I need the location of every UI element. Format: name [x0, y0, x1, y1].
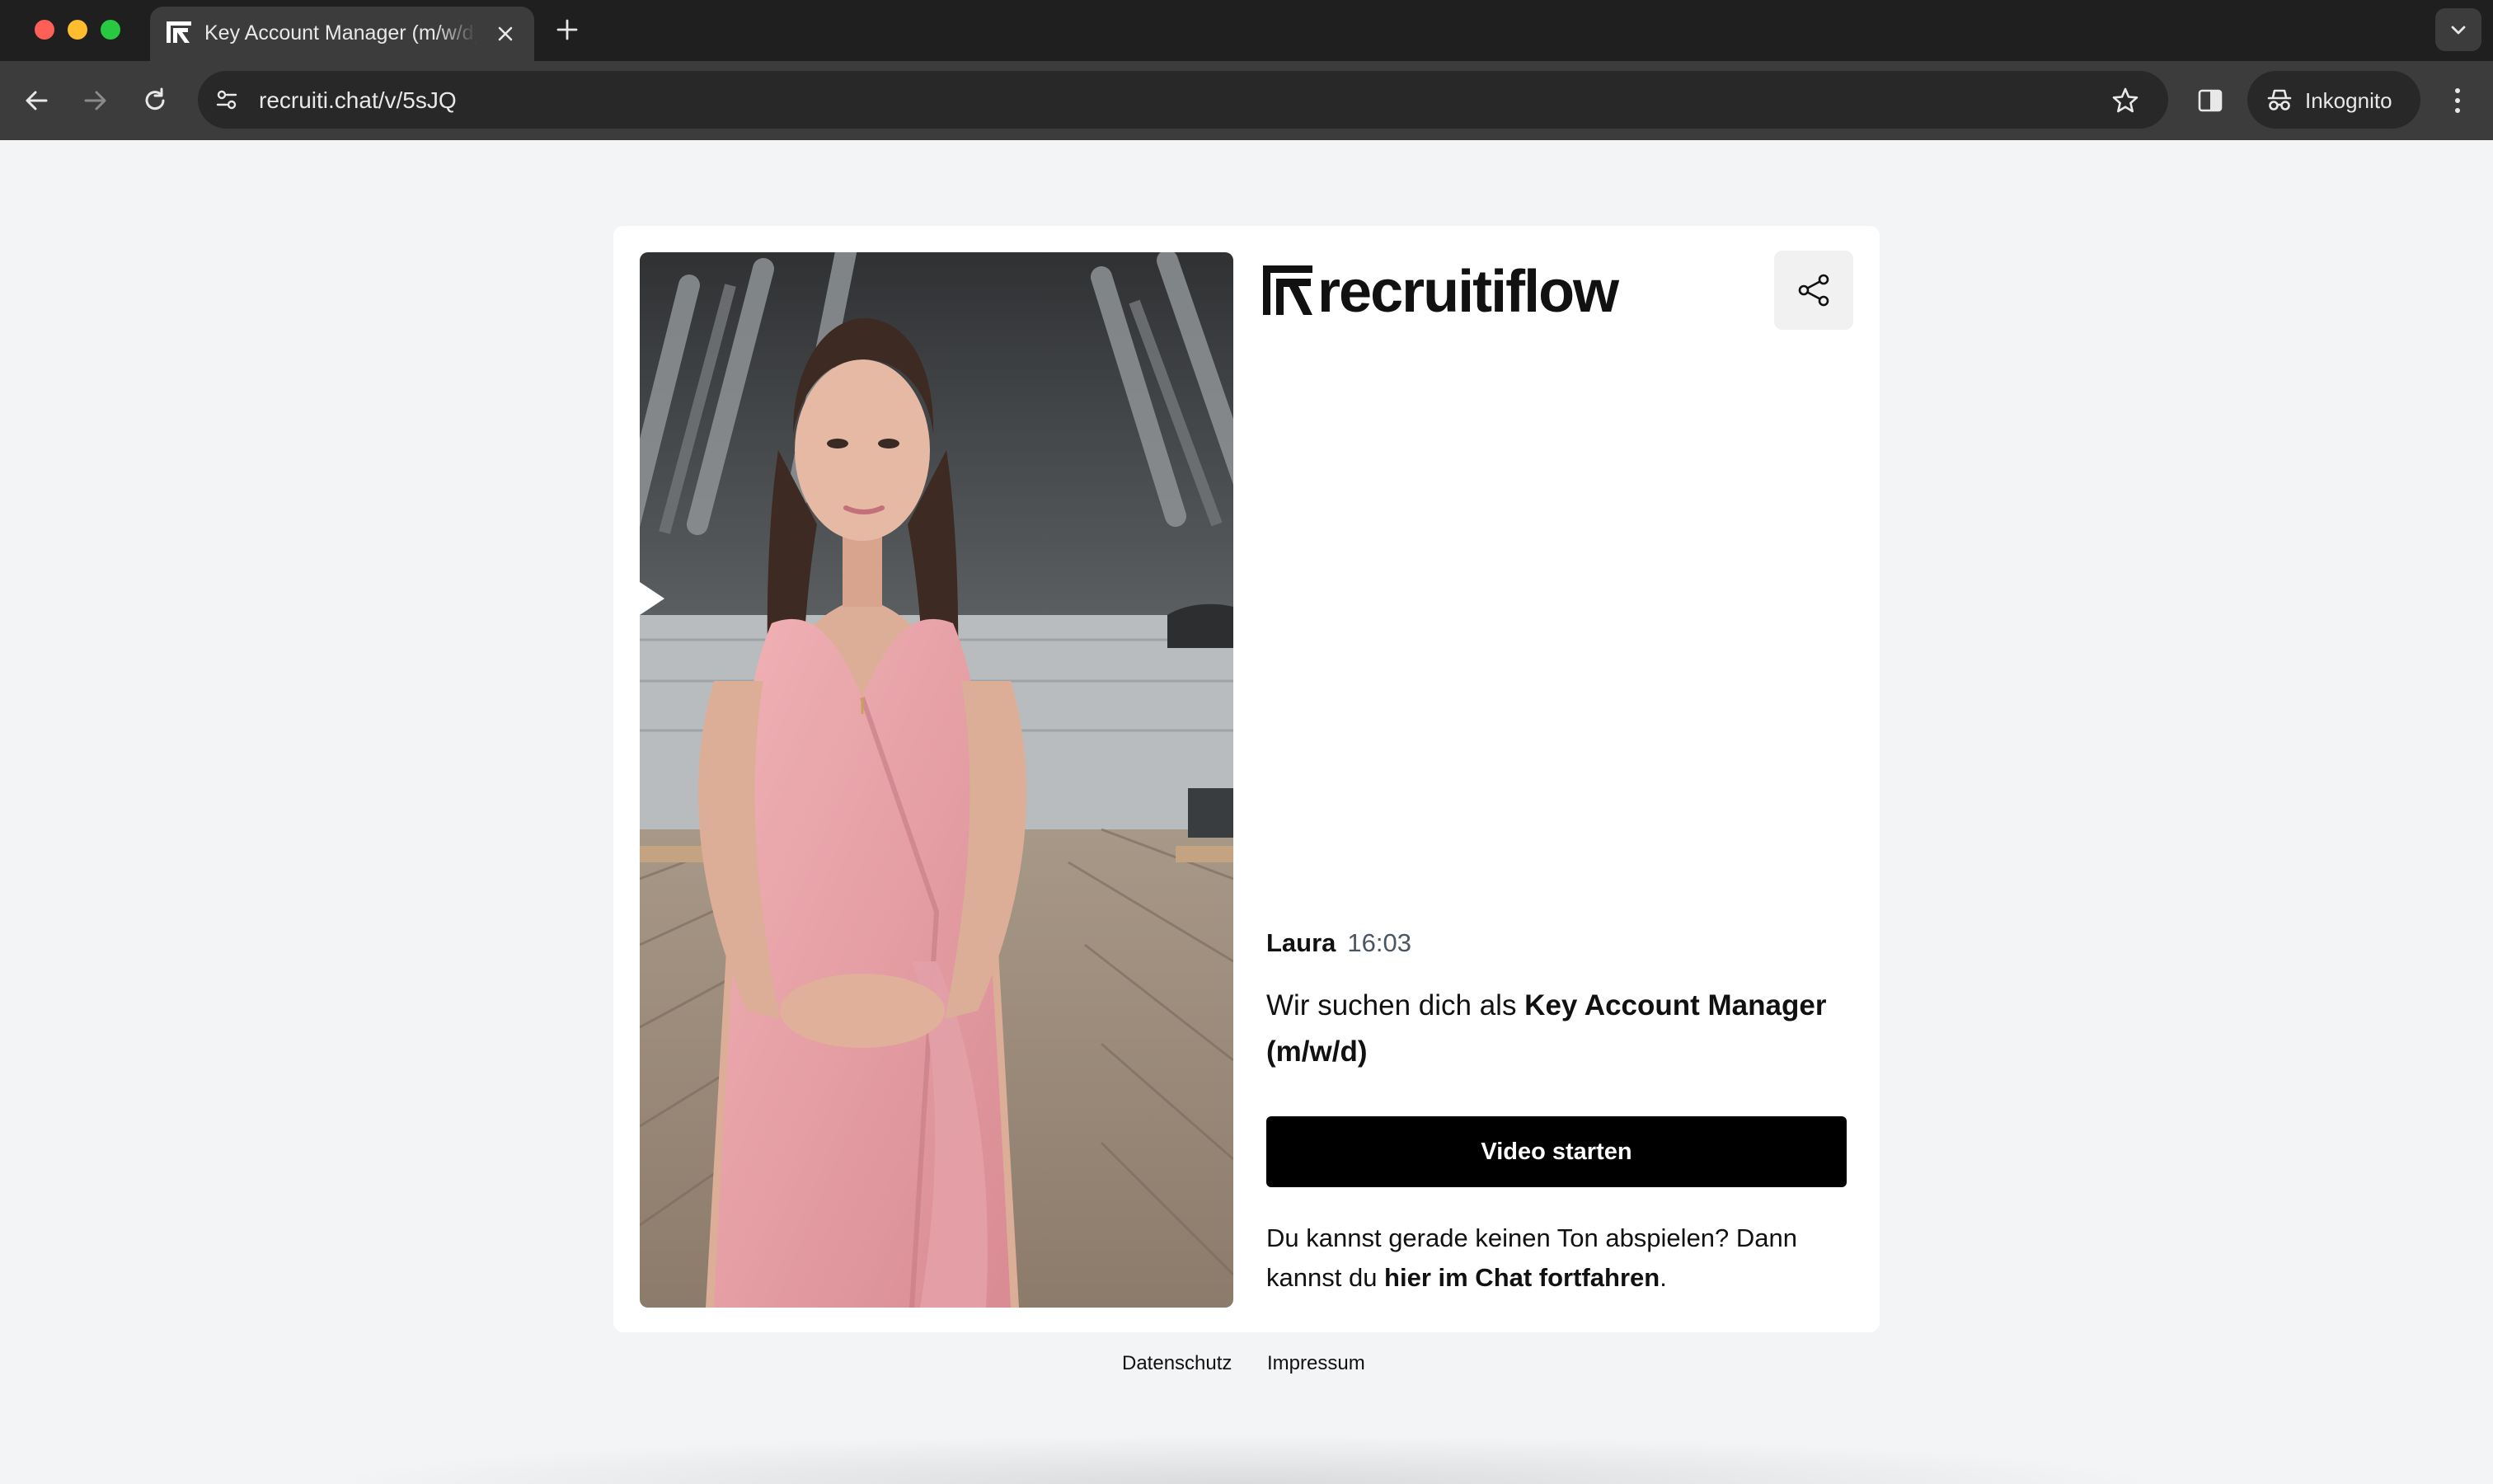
content-card: recruitiflow Laura 16:03 Wir suchen dich …	[613, 226, 1880, 1332]
bookmark-star-icon[interactable]	[2110, 86, 2140, 115]
browser-menu-icon[interactable]	[2445, 82, 2470, 119]
recruitiflow-favicon-icon	[167, 21, 191, 43]
message-time: 16:03	[1347, 928, 1411, 957]
page-bottom-shadow	[313, 1435, 2176, 1484]
share-button[interactable]	[1774, 251, 1853, 330]
window-close-button[interactable]	[35, 20, 54, 40]
recruitiflow-logo: recruitiflow	[1263, 262, 1622, 320]
address-bar[interactable]: recruiti.chat/v/5sJQ	[198, 71, 2168, 129]
continue-in-chat-link[interactable]: hier im Chat fortfahren	[1384, 1263, 1660, 1292]
tab-close-icon[interactable]	[495, 23, 516, 45]
address-url: recruiti.chat/v/5sJQ	[259, 87, 457, 113]
start-video-button[interactable]: Video starten	[1266, 1116, 1847, 1187]
sender-name: Laura	[1266, 928, 1336, 957]
browser-tab-bar: Key Account Manager (m/w/d)	[0, 0, 2493, 61]
reload-icon[interactable]	[138, 84, 171, 117]
avatar-video[interactable]	[640, 252, 1233, 1308]
back-arrow-icon[interactable]	[20, 84, 53, 117]
tab-search-button[interactable]	[2435, 8, 2481, 51]
incognito-profile-button[interactable]: Inkognito	[2247, 71, 2420, 129]
no-sound-hint: Du kannst gerade keinen Ton abspielen? D…	[1266, 1219, 1860, 1298]
incognito-label: Inkognito	[2305, 88, 2392, 113]
privacy-link[interactable]: Datenschutz	[1122, 1350, 1232, 1377]
new-tab-icon[interactable]	[554, 16, 580, 43]
message-meta: Laura 16:03	[1266, 928, 1411, 965]
chat-message: Wir suchen dich als Key Account Manager …	[1266, 983, 1860, 1075]
tab-title: Key Account Manager (m/w/d)	[204, 21, 477, 45]
imprint-link[interactable]: Impressum	[1267, 1350, 1365, 1377]
forward-arrow-icon[interactable]	[79, 84, 112, 117]
site-settings-icon[interactable]	[213, 86, 241, 114]
hint-suffix: .	[1660, 1263, 1667, 1292]
logo-wordmark: recruitiflow	[1317, 262, 1620, 320]
message-text: Wir suchen dich als	[1266, 989, 1525, 1021]
browser-tab-active[interactable]: Key Account Manager (m/w/d)	[150, 7, 534, 61]
share-icon	[1798, 274, 1829, 307]
window-minimize-button[interactable]	[68, 20, 87, 40]
incognito-icon	[2267, 89, 2292, 110]
presenter-video-frame	[640, 252, 1233, 1308]
side-panel-icon[interactable]	[2195, 86, 2225, 115]
window-maximize-button[interactable]	[101, 20, 120, 40]
chevron-down-icon	[2451, 26, 2466, 35]
recruitiflow-logo-mark-icon	[1263, 265, 1312, 315]
